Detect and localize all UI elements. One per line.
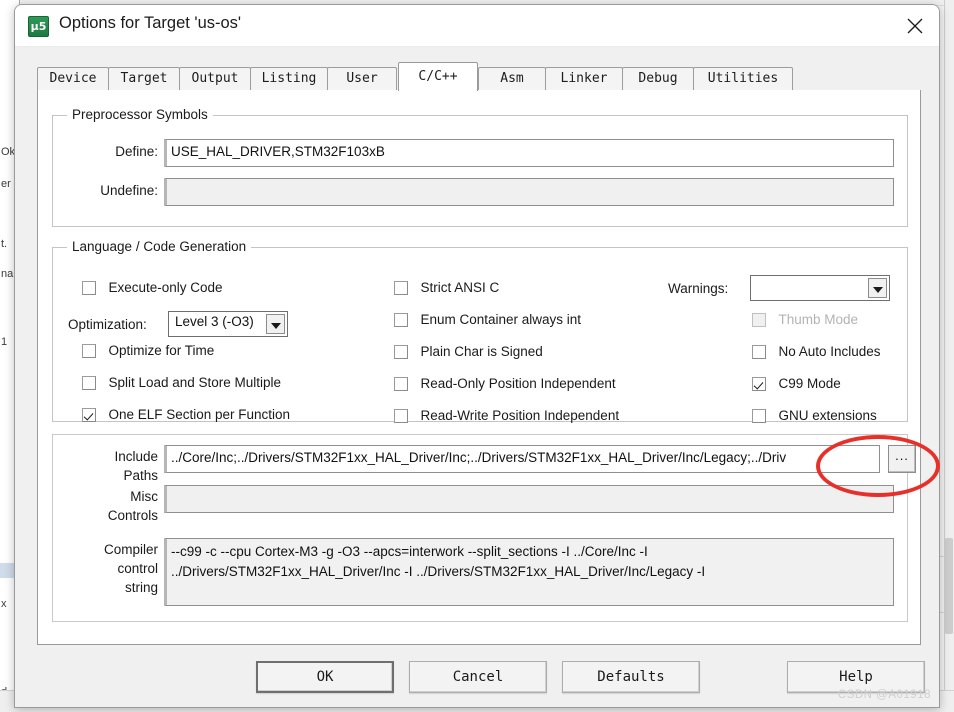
compiler-control-string-line2: ../Drivers/STM32F1xx_HAL_Driver/Inc -I .… [171, 564, 706, 579]
tab-user[interactable]: User [327, 67, 397, 91]
checkbox-optimize-for-time[interactable]: Optimize for Time [82, 342, 214, 360]
tab-target[interactable]: Target [108, 67, 180, 91]
checkbox-label: Split Load and Store Multiple [108, 375, 282, 390]
tab-utilities[interactable]: Utilities [693, 67, 793, 91]
checkbox-one-elf-section-per-function[interactable]: One ELF Section per Function [82, 406, 290, 424]
include-paths-browse-button[interactable]: ... [888, 445, 916, 473]
checkbox-read-write-position-independent[interactable]: Read-Write Position Independent [394, 407, 619, 425]
cancel-button[interactable]: Cancel [409, 661, 547, 693]
define-label: Define: [115, 144, 158, 159]
checkbox-label: Read-Only Position Independent [420, 376, 616, 391]
checkbox-no-auto-includes[interactable]: No Auto Includes [752, 343, 881, 361]
preprocessor-symbols-legend: Preprocessor Symbols [67, 107, 213, 122]
uvision-icon: µ5 [28, 16, 49, 37]
checkbox-label: Enum Container always int [420, 312, 582, 327]
ide-left-fragment-1: er [1, 178, 11, 190]
compiler-control-string-label-line3: string [124, 580, 158, 595]
misc-controls-label-line2: Controls [107, 508, 158, 523]
checkbox-box[interactable] [752, 377, 766, 391]
checkbox-label: C99 Mode [778, 376, 841, 391]
undefine-input[interactable] [164, 178, 894, 206]
checkbox-box[interactable] [394, 281, 408, 295]
checkbox-label: Plain Char is Signed [420, 344, 543, 359]
optimization-label: Optimization: [68, 317, 147, 332]
compiler-control-string-label-line2: control [117, 561, 158, 576]
watermark: CSDN @A01918 [837, 689, 931, 701]
checkbox-label: Thumb Mode [778, 312, 858, 327]
checkbox-box[interactable] [394, 345, 408, 359]
checkbox-box [752, 313, 766, 327]
tab-device[interactable]: Device [37, 67, 109, 91]
checkbox-plain-char-is-signed[interactable]: Plain Char is Signed [394, 343, 543, 361]
checkbox-box[interactable] [752, 409, 766, 423]
checkbox-label: Execute-only Code [108, 280, 223, 295]
tab-strip: Device Target Output Listing User C/C++ … [37, 62, 921, 91]
warnings-label: Warnings: [668, 281, 729, 296]
undefine-label: Undefine: [100, 183, 158, 198]
checkbox-box[interactable] [394, 313, 408, 327]
ide-right-strip [944, 0, 954, 712]
checkbox-box[interactable] [82, 408, 96, 422]
dialog-title: Options for Target 'us-os' [59, 14, 242, 32]
ide-left-fragment-0: Ok [1, 146, 16, 158]
tab-linker[interactable]: Linker [545, 67, 623, 91]
checkbox-label: GNU extensions [778, 408, 877, 423]
checkbox-label: Strict ANSI C [420, 280, 500, 295]
ide-left-fragment-3: na [1, 268, 14, 280]
checkbox-box[interactable] [82, 344, 96, 358]
checkbox-enum-container-always-int[interactable]: Enum Container always int [394, 311, 581, 329]
include-paths-label-line1: Include [114, 449, 158, 464]
tab-debug[interactable]: Debug [622, 67, 694, 91]
checkbox-box[interactable] [394, 377, 408, 391]
optimization-select[interactable]: Level 3 (-O3) [168, 311, 288, 337]
checkbox-thumb-mode: Thumb Mode [752, 311, 858, 329]
ide-left-fragment-4: 1 [1, 336, 8, 348]
checkbox-box[interactable] [752, 345, 766, 359]
checkbox-strict-ansi-c[interactable]: Strict ANSI C [394, 279, 499, 297]
warnings-select[interactable] [750, 275, 890, 301]
ide-left-fragment-2: t. [1, 238, 8, 250]
checkbox-label: Read-Write Position Independent [420, 408, 620, 423]
optimization-value: Level 3 (-O3) [175, 314, 254, 329]
include-paths-label-line2: Paths [123, 468, 158, 483]
tab-listing[interactable]: Listing [250, 67, 328, 91]
ide-vertical-scrollbar-thumb[interactable] [945, 538, 953, 634]
defaults-button[interactable]: Defaults [562, 661, 700, 693]
dialog-title-bar: µ5 Options for Target 'us-os' [15, 5, 939, 47]
ide-left-fragment-5: x [1, 598, 7, 610]
checkbox-read-only-position-independent[interactable]: Read-Only Position Independent [394, 375, 616, 393]
compiler-control-string-label-line1: Compiler [103, 542, 158, 557]
chevron-down-icon[interactable] [868, 278, 887, 298]
checkbox-label: No Auto Includes [778, 344, 881, 359]
checkbox-c99-mode[interactable]: C99 Mode [752, 375, 841, 393]
checkbox-label: Optimize for Time [108, 343, 215, 358]
tab-c-cpp[interactable]: C/C++ [398, 62, 478, 91]
checkbox-execute-only-code[interactable]: Execute-only Code [82, 279, 223, 297]
compiler-control-string-input[interactable]: --c99 -c --cpu Cortex-M3 -g -O3 --apcs=i… [164, 538, 894, 606]
misc-controls-label-line1: Misc [130, 489, 158, 504]
close-icon[interactable] [891, 5, 939, 46]
include-paths-input[interactable]: ../Core/Inc;../Drivers/STM32F1xx_HAL_Dri… [164, 445, 880, 473]
checkbox-label: One ELF Section per Function [108, 407, 291, 422]
tab-asm[interactable]: Asm [478, 67, 546, 91]
misc-controls-input[interactable] [164, 485, 894, 513]
ok-button[interactable]: OK [256, 661, 394, 693]
preprocessor-symbols-group: Preprocessor Symbols [52, 107, 908, 227]
chevron-down-icon[interactable] [266, 314, 285, 334]
tab-output[interactable]: Output [179, 67, 251, 91]
checkbox-box[interactable] [82, 376, 96, 390]
language-code-generation-legend: Language / Code Generation [67, 239, 252, 254]
compiler-control-string-line1: --c99 -c --cpu Cortex-M3 -g -O3 --apcs=i… [171, 544, 648, 559]
checkbox-box[interactable] [82, 281, 96, 295]
define-input[interactable]: USE_HAL_DRIVER,STM32F103xB [164, 139, 894, 167]
checkbox-box[interactable] [394, 409, 408, 423]
checkbox-gnu-extensions[interactable]: GNU extensions [752, 407, 877, 425]
options-dialog: µ5 Options for Target 'us-os' Device Tar… [14, 4, 940, 708]
checkbox-split-load-and-store-multiple[interactable]: Split Load and Store Multiple [82, 374, 281, 392]
c-cpp-tab-page: Preprocessor Symbols Define: USE_HAL_DRI… [37, 90, 921, 645]
